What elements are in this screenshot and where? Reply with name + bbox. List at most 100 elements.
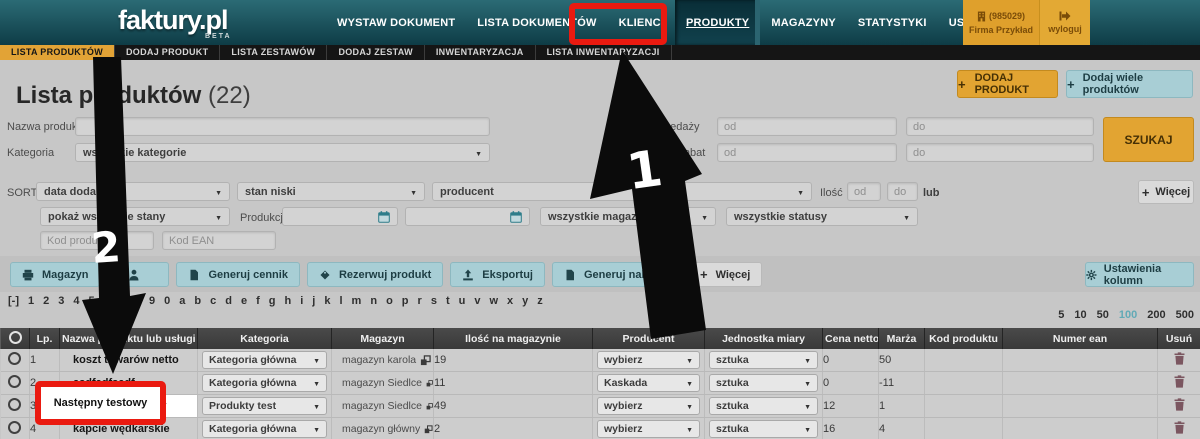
alphabet-link-m[interactable]: m bbox=[352, 295, 362, 307]
sort-select[interactable]: data dodania bbox=[36, 182, 230, 201]
page-size-200[interactable]: 200 bbox=[1147, 309, 1165, 321]
main-menu-item-wystaw-dokument[interactable]: WYSTAW DOKUMENT bbox=[326, 0, 466, 45]
discount-from-input[interactable] bbox=[717, 143, 897, 162]
delete-icon[interactable] bbox=[1174, 375, 1185, 388]
alphabet-link-n[interactable]: n bbox=[370, 295, 377, 307]
alphabet-link-w[interactable]: w bbox=[489, 295, 498, 307]
row-category-select[interactable]: Kategoria główna bbox=[202, 351, 327, 369]
delete-icon[interactable] bbox=[1174, 398, 1185, 411]
row-warehouse-link[interactable]: magazyn główny bbox=[332, 423, 433, 435]
statuses-select[interactable]: wszystkie statusy bbox=[726, 207, 918, 226]
row-unit-select[interactable]: sztuka bbox=[709, 374, 818, 392]
alphabet-link-x[interactable]: x bbox=[507, 295, 513, 307]
generate-pricelist-button[interactable]: Generuj cennik bbox=[176, 262, 299, 287]
quantity-from-input[interactable] bbox=[847, 182, 881, 201]
alphabet-link-h[interactable]: h bbox=[285, 295, 292, 307]
delete-icon[interactable] bbox=[1174, 352, 1185, 365]
main-menu-item-lista-dokumentów[interactable]: LISTA DOKUMENTÓW bbox=[466, 0, 607, 45]
alphabet-link-8[interactable]: 8 bbox=[134, 295, 140, 307]
header-unit[interactable]: Jednostka miary bbox=[705, 328, 823, 349]
row-category-select[interactable]: Kategoria główna bbox=[202, 374, 327, 392]
price-to-input[interactable] bbox=[906, 117, 1094, 136]
hidden-toolbar-button[interactable] bbox=[107, 262, 169, 287]
discount-to-input[interactable] bbox=[906, 143, 1094, 162]
alphabet-link-s[interactable]: s bbox=[431, 295, 437, 307]
row-radio[interactable] bbox=[8, 375, 21, 388]
alphabet-link-v[interactable]: v bbox=[474, 295, 480, 307]
price-from-input[interactable] bbox=[717, 117, 897, 136]
alphabet-link-6[interactable]: 6 bbox=[104, 295, 110, 307]
product-code-input[interactable] bbox=[40, 231, 154, 250]
alphabet-link-r[interactable]: r bbox=[418, 295, 422, 307]
page-size-5[interactable]: 5 bbox=[1058, 309, 1064, 321]
alphabet-link-5[interactable]: 5 bbox=[89, 295, 95, 307]
header-net-price[interactable]: Cena netto bbox=[823, 328, 879, 349]
row-category-select[interactable]: Kategoria główna bbox=[202, 420, 327, 438]
row-producer-select[interactable]: wybierz bbox=[597, 420, 700, 438]
sub-menu-item-inwentaryzacja[interactable]: INWENTARYZACJA bbox=[425, 45, 536, 60]
sub-menu-item-lista-zestawów[interactable]: LISTA ZESTAWÓW bbox=[220, 45, 327, 60]
header-warehouse[interactable]: Magazyn bbox=[332, 328, 434, 349]
export-button[interactable]: Eksportuj bbox=[450, 262, 545, 287]
product-name-link[interactable]: asdfadfsadf bbox=[60, 377, 197, 389]
alphabet-link-p[interactable]: p bbox=[402, 295, 409, 307]
header-margin[interactable]: Marża bbox=[879, 328, 925, 349]
alphabet-link-d[interactable]: d bbox=[225, 295, 232, 307]
logo[interactable]: faktury.plBETA bbox=[118, 5, 228, 36]
alphabet-link-3[interactable]: 3 bbox=[58, 295, 64, 307]
alphabet-link-1[interactable]: 1 bbox=[28, 295, 34, 307]
alphabet-link-g[interactable]: g bbox=[269, 295, 276, 307]
magazyn-button[interactable]: Magazyn bbox=[10, 262, 100, 287]
header-lp[interactable]: Lp. bbox=[30, 328, 60, 349]
row-producer-select[interactable]: wybierz bbox=[597, 351, 700, 369]
category-select[interactable]: wszystkie kategorie bbox=[75, 143, 490, 162]
header-delete[interactable]: Usuń bbox=[1158, 328, 1200, 349]
sub-menu-item-dodaj-zestaw[interactable]: DODAJ ZESTAW bbox=[327, 45, 424, 60]
account-company[interactable]: (985029) Firma Przykład bbox=[963, 0, 1040, 45]
page-size-500[interactable]: 500 bbox=[1176, 309, 1194, 321]
main-menu-item-magazyny[interactable]: MAGAZYNY bbox=[760, 0, 847, 45]
alphabet-link-e[interactable]: e bbox=[241, 295, 247, 307]
add-product-button[interactable]: DODAJ PRODUKT bbox=[957, 70, 1058, 98]
search-button[interactable]: SZUKAJ bbox=[1103, 117, 1194, 162]
more-filters-button[interactable]: Więcej bbox=[1138, 180, 1194, 204]
alphabet-link-k[interactable]: k bbox=[324, 295, 330, 307]
reserve-product-button[interactable]: Rezerwuj produkt bbox=[307, 262, 443, 287]
row-radio[interactable] bbox=[8, 421, 21, 434]
alphabet-link-9[interactable]: 9 bbox=[149, 295, 155, 307]
toolbar-more-button[interactable]: Więcej bbox=[688, 262, 762, 287]
stock-select[interactable]: stan niski bbox=[237, 182, 425, 201]
alphabet-link-c[interactable]: c bbox=[210, 295, 216, 307]
alphabet-link-f[interactable]: f bbox=[256, 295, 260, 307]
product-name-link[interactable]: koszt towarów netto bbox=[60, 354, 197, 366]
header-producer[interactable]: Producent bbox=[593, 328, 705, 349]
alphabet-link-t[interactable]: t bbox=[446, 295, 450, 307]
show-all-select[interactable]: pokaż wszystkie stany bbox=[40, 207, 230, 226]
warehouses-select[interactable]: wszystkie magazyny bbox=[540, 207, 716, 226]
generate-labels-button[interactable]: Generuj naklejki bbox=[552, 262, 681, 287]
alphabet-link-o[interactable]: o bbox=[386, 295, 393, 307]
production-date-from-input[interactable] bbox=[282, 207, 398, 226]
header-ean[interactable]: Numer ean bbox=[1003, 328, 1158, 349]
main-menu-item-statystyki[interactable]: STATYSTYKI bbox=[847, 0, 938, 45]
alphabet-link-a[interactable]: a bbox=[179, 295, 185, 307]
alphabet-link-u[interactable]: u bbox=[459, 295, 466, 307]
alphabet-link-j[interactable]: j bbox=[312, 295, 315, 307]
row-producer-select[interactable]: Kaskada bbox=[597, 374, 700, 392]
alphabet-link-z[interactable]: z bbox=[537, 295, 543, 307]
alphabet-link-b[interactable]: b bbox=[194, 295, 201, 307]
alphabet-link-7[interactable]: 7 bbox=[119, 295, 125, 307]
sub-menu-item-lista-produktów[interactable]: LISTA PRODUKTÓW bbox=[0, 45, 115, 60]
alphabet-link-i[interactable]: i bbox=[300, 295, 303, 307]
quantity-to-input[interactable] bbox=[887, 182, 918, 201]
row-unit-select[interactable]: sztuka bbox=[709, 351, 818, 369]
column-settings-button[interactable]: Ustawienia kolumn bbox=[1085, 262, 1194, 287]
production-date-to-input[interactable] bbox=[405, 207, 530, 226]
header-name[interactable]: Nazwa produktu lub usługi bbox=[60, 328, 198, 349]
main-menu-item-produkty[interactable]: PRODUKTY bbox=[675, 0, 760, 45]
logout-button[interactable]: wyloguj bbox=[1040, 0, 1090, 45]
alphabet-link-4[interactable]: 4 bbox=[73, 295, 79, 307]
product-name-link[interactable]: kapcie wędkarskie bbox=[60, 423, 197, 435]
sub-menu-item-lista-inwentaryzacji[interactable]: LISTA INWENTARYZACJI bbox=[536, 45, 672, 60]
page-size-10[interactable]: 10 bbox=[1074, 309, 1086, 321]
